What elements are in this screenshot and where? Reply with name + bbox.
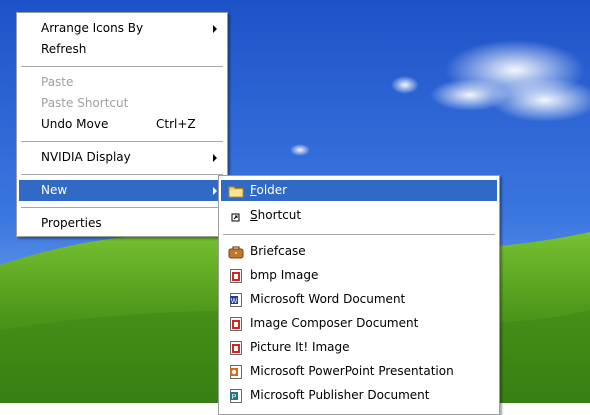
label-rest: older <box>256 183 288 197</box>
menu-item-undo-move[interactable]: Undo Move Ctrl+Z <box>19 114 225 135</box>
menu-item-label: Microsoft PowerPoint Presentation <box>250 364 454 378</box>
menu-item-label: Picture It! Image <box>250 340 350 354</box>
menu-separator <box>223 234 495 235</box>
menu-item-new[interactable]: New <box>19 180 225 201</box>
shortcut-icon <box>228 208 244 224</box>
menu-item-label: NVIDIA Display <box>41 150 131 164</box>
svg-text:P: P <box>232 394 237 401</box>
new-submenu: Folder Shortcut Briefcase bmp Image W Mi… <box>218 175 500 415</box>
submenu-item-word-document[interactable]: W Microsoft Word Document <box>221 289 497 310</box>
publisher-icon: P <box>228 388 244 404</box>
menu-separator <box>21 66 223 67</box>
menu-item-label: Arrange Icons By <box>41 21 144 35</box>
submenu-item-picture-it[interactable]: Picture It! Image <box>221 337 497 358</box>
label-rest: hortcut <box>257 208 302 222</box>
menu-item-refresh[interactable]: Refresh <box>19 39 225 60</box>
submenu-item-bmp-image[interactable]: bmp Image <box>221 265 497 286</box>
menu-item-label: Microsoft Word Document <box>250 292 406 306</box>
menu-item-label: Paste Shortcut <box>41 96 129 110</box>
menu-item-label: Paste <box>41 75 74 89</box>
menu-item-label: Shortcut <box>250 205 301 226</box>
menu-separator <box>21 207 223 208</box>
submenu-item-powerpoint[interactable]: Microsoft PowerPoint Presentation <box>221 361 497 382</box>
menu-separator <box>21 141 223 142</box>
menu-item-label: Folder <box>250 180 287 201</box>
submenu-item-image-composer[interactable]: Image Composer Document <box>221 313 497 334</box>
bmp-image-icon <box>228 268 244 284</box>
submenu-arrow-icon <box>213 187 217 195</box>
briefcase-icon <box>228 244 244 260</box>
menu-separator <box>21 174 223 175</box>
word-document-icon: W <box>228 292 244 308</box>
svg-text:W: W <box>231 298 238 305</box>
menu-item-label: Briefcase <box>250 244 306 258</box>
submenu-arrow-icon <box>213 154 217 162</box>
menu-item-label: bmp Image <box>250 268 319 282</box>
picture-it-icon <box>228 340 244 356</box>
submenu-item-shortcut[interactable]: Shortcut <box>221 205 497 226</box>
menu-item-arrange-icons-by[interactable]: Arrange Icons By <box>19 18 225 39</box>
folder-icon <box>228 183 244 199</box>
submenu-item-briefcase[interactable]: Briefcase <box>221 241 497 262</box>
mnemonic-letter: S <box>250 208 258 222</box>
menu-item-nvidia-display[interactable]: NVIDIA Display <box>19 147 225 168</box>
menu-item-label: New <box>41 183 68 197</box>
menu-item-paste-shortcut: Paste Shortcut <box>19 93 225 114</box>
submenu-arrow-icon <box>213 25 217 33</box>
submenu-item-folder[interactable]: Folder <box>221 180 497 201</box>
keyboard-shortcut-label: Ctrl+Z <box>156 117 196 131</box>
desktop-context-menu: Arrange Icons By Refresh Paste Paste Sho… <box>16 12 228 237</box>
image-composer-icon <box>228 316 244 332</box>
menu-item-label: Undo Move <box>41 117 109 131</box>
powerpoint-icon <box>228 364 244 380</box>
menu-item-label: Properties <box>41 216 102 230</box>
menu-item-label: Refresh <box>41 42 87 56</box>
menu-item-label: Image Composer Document <box>250 316 419 330</box>
menu-item-paste: Paste <box>19 72 225 93</box>
menu-item-properties[interactable]: Properties <box>19 213 225 234</box>
